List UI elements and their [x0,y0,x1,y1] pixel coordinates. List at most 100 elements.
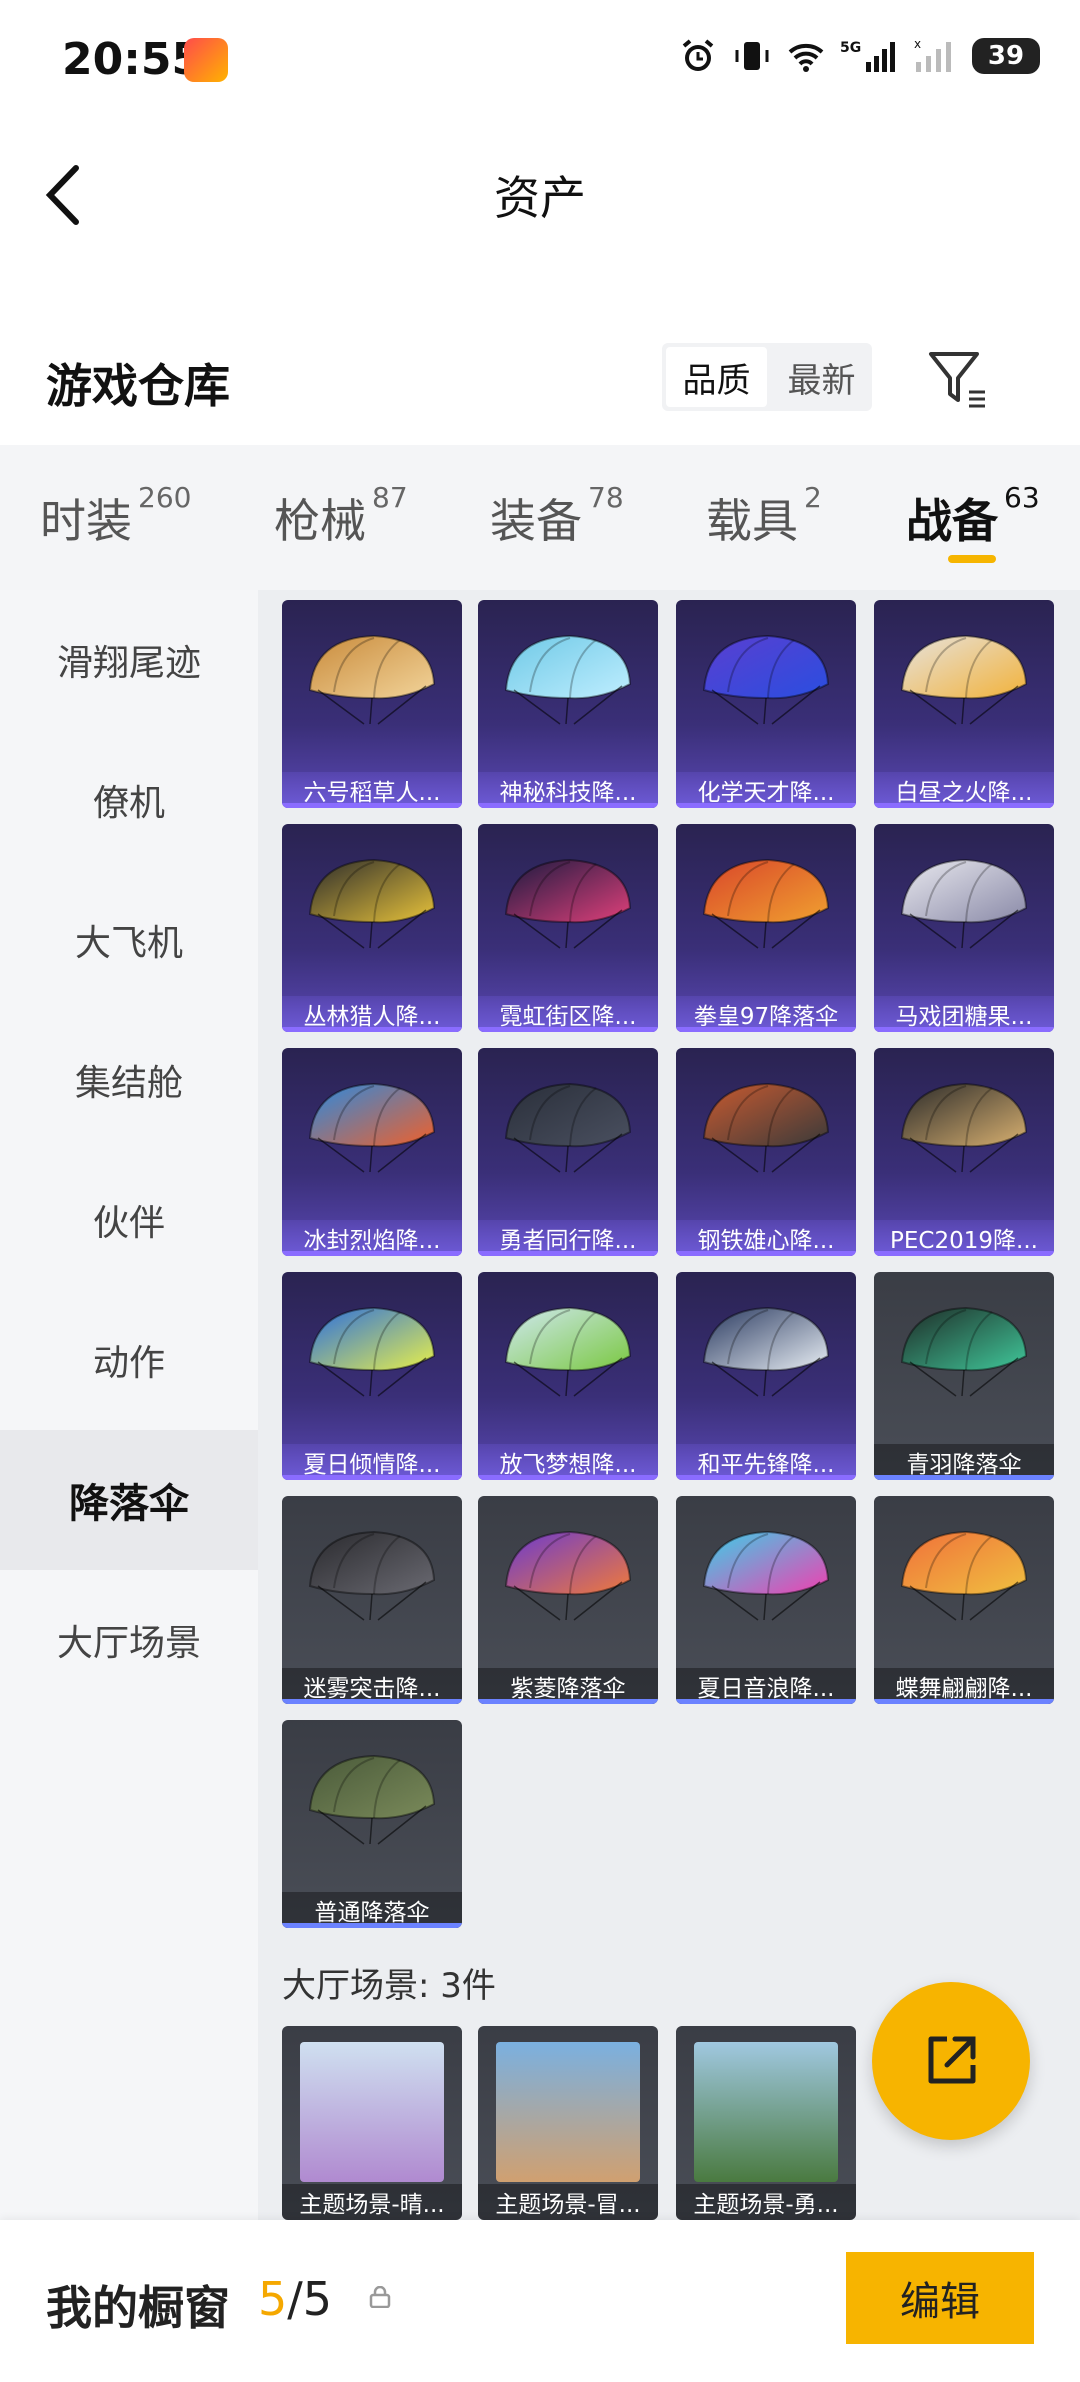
scene-tile[interactable]: 主题场景-勇... [676,2026,856,2220]
sidebar-item-emote[interactable]: 动作 [0,1290,258,1430]
tab-weapons[interactable]: 枪械 87 [274,481,408,551]
parachute-tile[interactable]: 霓虹街区降... [478,824,658,1032]
sidebar-item-wingman[interactable]: 僚机 [0,730,258,870]
parachute-image [308,1754,436,1845]
sidebar-item-glide-trail[interactable]: 滑翔尾迹 [0,590,258,730]
parachute-tile[interactable]: 蝶舞翩翩降... [874,1496,1054,1704]
parachute-image [308,858,436,949]
parachute-tile[interactable]: PEC2019降... [874,1048,1054,1256]
scene-tile[interactable]: 主题场景-冒... [478,2026,658,2220]
rarity-bar [282,1027,462,1032]
scene-image [300,2042,444,2182]
parachute-image [504,1082,632,1173]
rarity-bar [676,1475,856,1480]
rarity-bar [874,1699,1054,1704]
parachute-tile[interactable]: 化学天才降... [676,600,856,808]
parachute-image [308,1530,436,1621]
parachute-image [308,1306,436,1397]
status-time: 20:55 [62,34,203,85]
filter-icon[interactable] [925,346,991,412]
rarity-bar [282,1923,462,1928]
parachute-tile[interactable]: 紫菱降落伞 [478,1496,658,1704]
parachute-tile[interactable]: 勇者同行降... [478,1048,658,1256]
sidebar-item-lobby-scene[interactable]: 大厅场景 [0,1570,258,1710]
parachute-image [900,634,1028,725]
rarity-bar [478,1027,658,1032]
parachute-image [702,1082,830,1173]
category-tabs: 时装 260 枪械 87 装备 78 载具 2 战备 63 [0,445,1080,590]
parachute-tile[interactable]: 钢铁雄心降... [676,1048,856,1256]
rarity-bar [478,1475,658,1480]
sidebar-item-airplane[interactable]: 大飞机 [0,870,258,1010]
parachute-image [900,1306,1028,1397]
sort-newest-option[interactable]: 最新 [771,343,872,411]
scene-name: 主题场景-勇... [676,2184,856,2220]
parachute-image [504,634,632,725]
rarity-bar [282,1699,462,1704]
battery-icon: 39 [972,38,1040,74]
rarity-bar [282,1251,462,1256]
parachute-tile[interactable]: 夏日音浪降... [676,1496,856,1704]
parachute-image [900,1082,1028,1173]
showcase-count: 5/5 [258,2272,333,2326]
svg-text:5G: 5G [840,40,861,56]
share-button[interactable] [872,1982,1030,2140]
scene-image [694,2042,838,2182]
showcase-label: 我的橱窗 [46,2281,230,2335]
parachute-image [308,1082,436,1173]
scene-tile[interactable]: 主题场景-晴... [282,2026,462,2220]
sort-quality-option[interactable]: 品质 [666,347,767,407]
rarity-bar [282,1475,462,1480]
parachute-image [308,634,436,725]
parachute-image [702,1306,830,1397]
tab-tactical[interactable]: 战备 63 [906,481,1040,551]
edit-button[interactable]: 编辑 [846,2252,1034,2344]
rarity-bar [676,803,856,808]
page-title: 资产 [494,171,586,225]
wifi-icon [788,43,824,72]
vibrate-icon [735,42,769,70]
scene-image [496,2042,640,2182]
rarity-bar [874,803,1054,808]
active-tab-indicator [948,555,996,563]
parachute-tile[interactable]: 普通降落伞 [282,1720,462,1928]
rarity-bar [676,1027,856,1032]
sidebar-item-companion[interactable]: 伙伴 [0,1150,258,1290]
parachute-image [900,1530,1028,1621]
sidebar-item-parachute[interactable]: 降落伞 [0,1430,258,1570]
parachute-tile[interactable]: 拳皇97降落伞 [676,824,856,1032]
rarity-bar [478,1699,658,1704]
tab-equipment[interactable]: 装备 78 [490,481,624,551]
parachute-tile[interactable]: 青羽降落伞 [874,1272,1054,1480]
parachute-tile[interactable]: 放飞梦想降... [478,1272,658,1480]
parachute-tile[interactable]: 白昼之火降... [874,600,1054,808]
tab-fashion[interactable]: 时装 260 [40,481,191,551]
lock-icon [369,2286,391,2308]
signal-icon: x [914,37,951,72]
parachute-tile[interactable]: 夏日倾情降... [282,1272,462,1480]
parachute-tile[interactable]: 神秘科技降... [478,600,658,808]
sidebar-item-capsule[interactable]: 集结舱 [0,1010,258,1150]
parachute-tile[interactable]: 六号稻草人... [282,600,462,808]
rarity-bar [874,1475,1054,1480]
parachute-tile[interactable]: 和平先锋降... [676,1272,856,1480]
scene-name: 主题场景-晴... [282,2184,462,2220]
rarity-bar [478,1251,658,1256]
parachute-image [504,858,632,949]
parachute-tile[interactable]: 迷雾突击降... [282,1496,462,1704]
rarity-bar [478,803,658,808]
svg-text:x: x [914,37,921,51]
app-notification-icon [184,38,228,82]
rarity-bar [874,1251,1054,1256]
showcase-bar: 我的橱窗 5/5 编辑 [0,2220,1080,2382]
parachute-tile[interactable]: 丛林猎人降... [282,824,462,1032]
share-external-icon [928,2036,976,2084]
parachute-tile[interactable]: 冰封烈焰降... [282,1048,462,1256]
sidebar: 滑翔尾迹 僚机 大飞机 集结舱 伙伴 动作 降落伞 大厅场景 [0,590,258,2220]
parachute-tile[interactable]: 马戏团糖果... [874,824,1054,1032]
signal-5g-icon: 5G [840,40,895,72]
tab-vehicles[interactable]: 载具 2 [706,481,822,551]
parachute-image [702,858,830,949]
alarm-icon [682,39,714,71]
parachute-image [702,1530,830,1621]
